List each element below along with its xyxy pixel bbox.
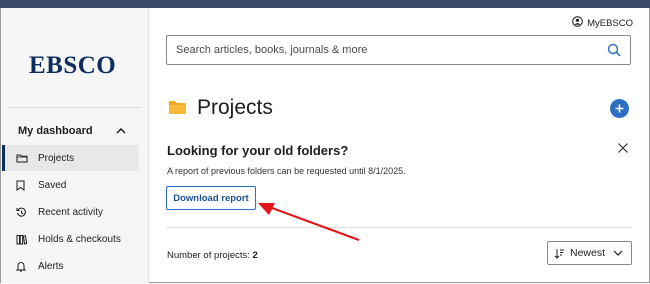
- folder-icon: [16, 153, 38, 163]
- bell-icon: [16, 261, 38, 272]
- myebsco-link[interactable]: MyEBSCO: [572, 16, 633, 30]
- sidebar-divider: [9, 107, 141, 108]
- sidebar-item-label: Saved: [38, 179, 67, 191]
- chevron-down-icon: [613, 250, 623, 256]
- project-count-value: 2: [252, 250, 258, 261]
- chevron-up-icon: [116, 125, 126, 137]
- project-count: Number of projects: 2: [167, 250, 258, 261]
- ebsco-logo[interactable]: EBSCO: [29, 52, 116, 80]
- folder-icon: [168, 100, 187, 120]
- my-dashboard-toggle[interactable]: My dashboard: [18, 123, 126, 139]
- sidebar-item-label: Alerts: [38, 260, 64, 272]
- search-input[interactable]: [176, 42, 596, 58]
- sidebar-item-recent-activity[interactable]: Recent activity: [2, 199, 139, 225]
- plus-icon: [615, 104, 624, 113]
- my-dashboard-label: My dashboard: [18, 125, 93, 137]
- top-strip: [0, 0, 650, 8]
- sort-label: Newest: [570, 247, 606, 259]
- sidebar-item-holds-checkouts[interactable]: Holds & checkouts: [2, 226, 139, 252]
- sidebar-item-label: Holds & checkouts: [38, 233, 121, 245]
- download-report-button[interactable]: Download report: [166, 186, 256, 210]
- history-icon: [16, 207, 38, 218]
- section-divider: [166, 227, 632, 228]
- books-icon: [16, 234, 38, 245]
- close-icon[interactable]: [617, 141, 629, 159]
- sort-icon: [554, 248, 565, 259]
- add-project-button[interactable]: [610, 99, 629, 118]
- sidebar-item-label: Projects: [38, 152, 75, 164]
- search-icon[interactable]: [607, 43, 621, 62]
- sort-dropdown[interactable]: Newest: [547, 241, 632, 265]
- sidebar-item-label: Recent activity: [38, 206, 104, 218]
- page-title: Projects: [197, 96, 273, 119]
- sidebar-item-saved[interactable]: Saved: [2, 172, 139, 198]
- sidebar-item-alerts[interactable]: Alerts: [2, 253, 139, 279]
- myebsco-label: MyEBSCO: [587, 17, 633, 29]
- user-icon: [572, 16, 583, 30]
- project-count-label: Number of projects:: [167, 250, 250, 261]
- sidebar-item-projects[interactable]: Projects: [2, 145, 139, 171]
- sidebar: EBSCO My dashboard Projects Saved Recent…: [1, 8, 149, 283]
- notice-title: Looking for your old folders?: [167, 143, 349, 158]
- search-box: [166, 35, 631, 65]
- notice-text: A report of previous folders can be requ…: [167, 166, 406, 176]
- bookmark-icon: [16, 180, 38, 191]
